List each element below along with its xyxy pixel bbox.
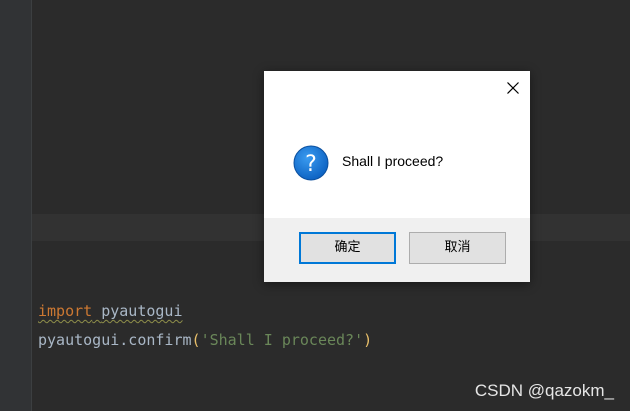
dialog-message: Shall I proceed? — [342, 153, 444, 169]
svg-text:?: ? — [305, 152, 317, 177]
close-paren: ) — [363, 331, 373, 349]
ok-button[interactable]: 确定 — [299, 232, 396, 264]
string-argument: 'Shall I proceed?' — [200, 331, 364, 349]
watermark: CSDN @qazokm_ — [474, 381, 614, 400]
open-paren: ( — [191, 331, 201, 349]
close-icon[interactable] — [504, 79, 522, 97]
code-line-import[interactable]: import pyautogui — [38, 301, 183, 321]
module-name: pyautogui — [101, 302, 183, 320]
cancel-button[interactable]: 取消 — [409, 232, 506, 264]
question-icon: ? — [293, 145, 329, 181]
function-call: pyautogui.confirm — [38, 331, 192, 349]
dialog-button-bar: 确定 取消 — [264, 218, 530, 282]
import-keyword: import — [38, 302, 93, 320]
code-line-confirm-call[interactable]: pyautogui.confirm('Shall I proceed?') — [38, 330, 372, 350]
confirm-dialog: ? Shall I proceed? 确定 取消 — [264, 71, 530, 282]
line-number-gutter — [0, 0, 32, 411]
